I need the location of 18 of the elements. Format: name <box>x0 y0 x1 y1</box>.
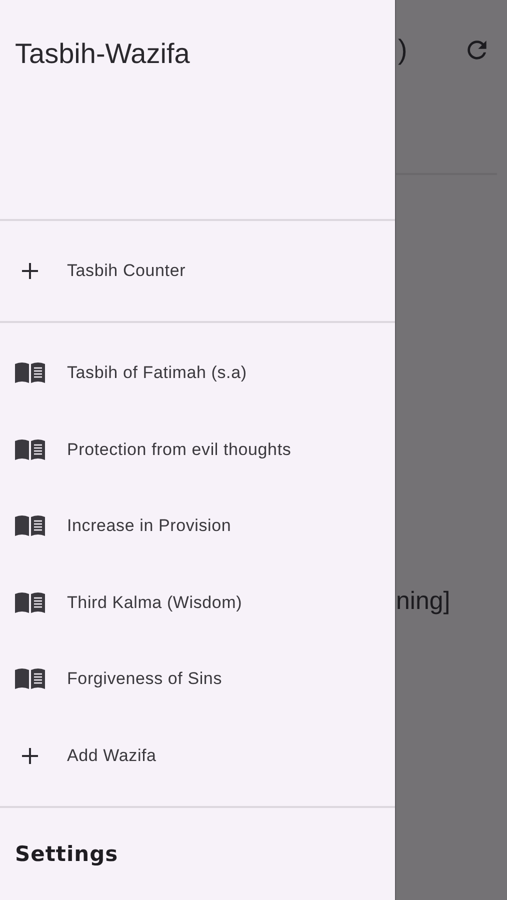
drawer-item[interactable]: Add Wazifa <box>0 718 395 794</box>
drawer-item[interactable]: Tasbih of Fatimah (s.a) <box>0 335 395 412</box>
drawer-item[interactable]: Tasbih Counter <box>0 232 395 309</box>
book-icon <box>14 514 46 538</box>
plus-icon <box>20 260 40 281</box>
body-text: ning] <box>396 587 452 616</box>
book-icon <box>14 590 46 615</box>
book-icon <box>14 667 46 692</box>
drawer-item[interactable]: Increase in Provision <box>0 488 395 564</box>
drawer-title: Tasbih-Wazifa <box>15 38 190 69</box>
book-icon <box>14 361 46 386</box>
drawer-item[interactable]: Forgiveness of Sins <box>0 641 395 718</box>
drawer-item[interactable]: Protection from evil thoughts <box>0 412 395 488</box>
app-bar-text: ) <box>398 34 408 66</box>
settings-heading[interactable]: Settings <box>15 842 118 866</box>
drawer-item[interactable]: Third Kalma (Wisdom) <box>0 564 395 641</box>
book-icon <box>14 438 46 462</box>
plus-icon <box>20 746 40 766</box>
